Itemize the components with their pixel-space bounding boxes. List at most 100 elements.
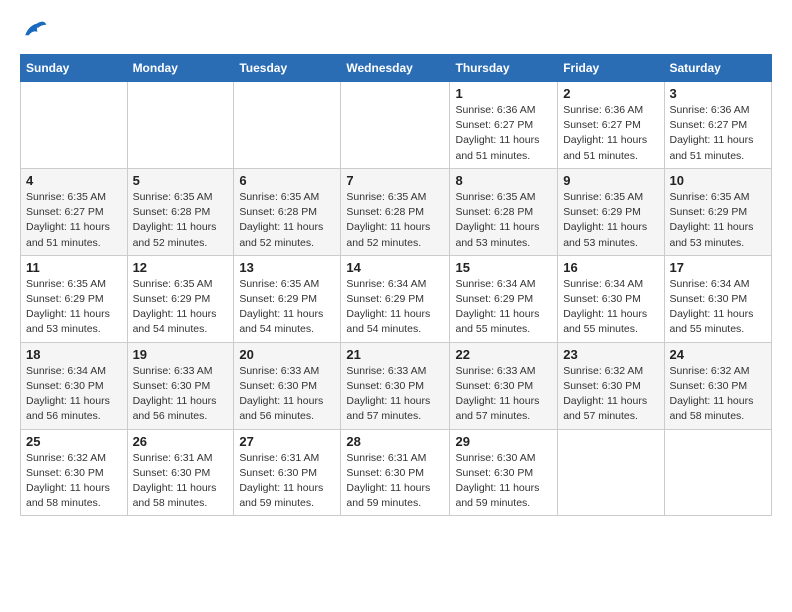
header-cell-wednesday: Wednesday [341,55,450,82]
header-cell-thursday: Thursday [450,55,558,82]
day-number: 8 [455,173,552,188]
day-cell: 26Sunrise: 6:31 AMSunset: 6:30 PMDayligh… [127,429,234,516]
day-cell: 3 Sunrise: 6:36 AMSunset: 6:27 PMDaylight… [664,82,772,169]
day-detail: Sunrise: 6:32 AMSunset: 6:30 PMDaylight:… [670,364,767,425]
day-cell: 21 Sunrise: 6:33 AMSunset: 6:30 PMDayligh… [341,342,450,429]
day-detail: Sunrise: 6:35 AMSunset: 6:29 PMDaylight:… [26,277,122,338]
day-cell [664,429,772,516]
week-row-0: 1 Sunrise: 6:36 AMSunset: 6:27 PMDaylight… [21,82,772,169]
day-number: 2 [563,86,658,101]
day-detail: Sunrise: 6:31 AMSunset: 6:30 PMDaylight:… [346,451,444,512]
day-detail: Sunrise: 6:32 AMSunset: 6:30 PMDaylight:… [26,451,122,512]
day-number: 22 [455,347,552,362]
day-cell: 9Sunrise: 6:35 AMSunset: 6:29 PMDaylight… [558,168,664,255]
day-detail: Sunrise: 6:36 AMSunset: 6:27 PMDaylight:… [455,103,552,164]
day-detail: Sunrise: 6:34 AMSunset: 6:30 PMDaylight:… [670,277,767,338]
day-number: 6 [239,173,335,188]
day-number: 11 [26,260,122,275]
logo-icon [20,16,48,44]
day-cell: 1 Sunrise: 6:36 AMSunset: 6:27 PMDaylight… [450,82,558,169]
day-detail: Sunrise: 6:34 AMSunset: 6:30 PMDaylight:… [26,364,122,425]
day-number: 23 [563,347,658,362]
day-detail: Sunrise: 6:33 AMSunset: 6:30 PMDaylight:… [239,364,335,425]
day-cell: 8Sunrise: 6:35 AMSunset: 6:28 PMDaylight… [450,168,558,255]
day-cell: 16 Sunrise: 6:34 AMSunset: 6:30 PMDayligh… [558,255,664,342]
day-cell: 12Sunrise: 6:35 AMSunset: 6:29 PMDayligh… [127,255,234,342]
day-cell: 6 Sunrise: 6:35 AMSunset: 6:28 PMDaylight… [234,168,341,255]
calendar-table: SundayMondayTuesdayWednesdayThursdayFrid… [20,54,772,516]
header-row: SundayMondayTuesdayWednesdayThursdayFrid… [21,55,772,82]
day-detail: Sunrise: 6:35 AMSunset: 6:29 PMDaylight:… [239,277,335,338]
day-cell: 18 Sunrise: 6:34 AMSunset: 6:30 PMDayligh… [21,342,128,429]
day-detail: Sunrise: 6:33 AMSunset: 6:30 PMDaylight:… [455,364,552,425]
day-cell [127,82,234,169]
day-number: 10 [670,173,767,188]
day-number: 29 [455,434,552,449]
day-detail: Sunrise: 6:31 AMSunset: 6:30 PMDaylight:… [239,451,335,512]
day-cell [234,82,341,169]
day-detail: Sunrise: 6:34 AMSunset: 6:29 PMDaylight:… [455,277,552,338]
day-cell: 24Sunrise: 6:32 AMSunset: 6:30 PMDayligh… [664,342,772,429]
day-cell: 27 Sunrise: 6:31 AMSunset: 6:30 PMDayligh… [234,429,341,516]
header-cell-friday: Friday [558,55,664,82]
header-cell-sunday: Sunday [21,55,128,82]
day-cell [341,82,450,169]
calendar-body: 1 Sunrise: 6:36 AMSunset: 6:27 PMDaylight… [21,82,772,516]
logo [20,16,52,44]
day-detail: Sunrise: 6:35 AMSunset: 6:29 PMDaylight:… [133,277,229,338]
day-cell: 11 Sunrise: 6:35 AMSunset: 6:29 PMDayligh… [21,255,128,342]
day-cell: 22 Sunrise: 6:33 AMSunset: 6:30 PMDayligh… [450,342,558,429]
day-detail: Sunrise: 6:34 AMSunset: 6:29 PMDaylight:… [346,277,444,338]
day-detail: Sunrise: 6:35 AMSunset: 6:28 PMDaylight:… [239,190,335,251]
header-cell-monday: Monday [127,55,234,82]
header [20,16,772,44]
day-detail: Sunrise: 6:35 AMSunset: 6:29 PMDaylight:… [563,190,658,251]
day-cell [558,429,664,516]
day-cell: 10 Sunrise: 6:35 AMSunset: 6:29 PMDayligh… [664,168,772,255]
day-cell: 20 Sunrise: 6:33 AMSunset: 6:30 PMDayligh… [234,342,341,429]
day-detail: Sunrise: 6:35 AMSunset: 6:29 PMDaylight:… [670,190,767,251]
day-cell [21,82,128,169]
day-cell: 4 Sunrise: 6:35 AMSunset: 6:27 PMDaylight… [21,168,128,255]
day-number: 25 [26,434,122,449]
day-detail: Sunrise: 6:34 AMSunset: 6:30 PMDaylight:… [563,277,658,338]
day-cell: 7Sunrise: 6:35 AMSunset: 6:28 PMDaylight… [341,168,450,255]
day-number: 14 [346,260,444,275]
day-detail: Sunrise: 6:33 AMSunset: 6:30 PMDaylight:… [133,364,229,425]
day-number: 3 [670,86,767,101]
day-detail: Sunrise: 6:32 AMSunset: 6:30 PMDaylight:… [563,364,658,425]
day-number: 17 [670,260,767,275]
day-number: 1 [455,86,552,101]
day-cell: 19Sunrise: 6:33 AMSunset: 6:30 PMDayligh… [127,342,234,429]
day-cell: 23 Sunrise: 6:32 AMSunset: 6:30 PMDayligh… [558,342,664,429]
day-number: 26 [133,434,229,449]
header-cell-saturday: Saturday [664,55,772,82]
day-detail: Sunrise: 6:30 AMSunset: 6:30 PMDaylight:… [455,451,552,512]
day-number: 13 [239,260,335,275]
day-number: 15 [455,260,552,275]
day-cell: 28 Sunrise: 6:31 AMSunset: 6:30 PMDayligh… [341,429,450,516]
day-number: 5 [133,173,229,188]
day-detail: Sunrise: 6:35 AMSunset: 6:28 PMDaylight:… [346,190,444,251]
day-number: 18 [26,347,122,362]
week-row-1: 4 Sunrise: 6:35 AMSunset: 6:27 PMDaylight… [21,168,772,255]
week-row-3: 18 Sunrise: 6:34 AMSunset: 6:30 PMDayligh… [21,342,772,429]
calendar-header: SundayMondayTuesdayWednesdayThursdayFrid… [21,55,772,82]
day-cell: 25 Sunrise: 6:32 AMSunset: 6:30 PMDayligh… [21,429,128,516]
day-number: 20 [239,347,335,362]
day-detail: Sunrise: 6:36 AMSunset: 6:27 PMDaylight:… [670,103,767,164]
day-cell: 14 Sunrise: 6:34 AMSunset: 6:29 PMDayligh… [341,255,450,342]
day-number: 16 [563,260,658,275]
day-cell: 17 Sunrise: 6:34 AMSunset: 6:30 PMDayligh… [664,255,772,342]
day-number: 21 [346,347,444,362]
header-cell-tuesday: Tuesday [234,55,341,82]
day-cell: 15 Sunrise: 6:34 AMSunset: 6:29 PMDayligh… [450,255,558,342]
day-detail: Sunrise: 6:35 AMSunset: 6:27 PMDaylight:… [26,190,122,251]
day-cell: 29 Sunrise: 6:30 AMSunset: 6:30 PMDayligh… [450,429,558,516]
day-cell: 2Sunrise: 6:36 AMSunset: 6:27 PMDaylight… [558,82,664,169]
day-number: 27 [239,434,335,449]
day-number: 28 [346,434,444,449]
day-detail: Sunrise: 6:33 AMSunset: 6:30 PMDaylight:… [346,364,444,425]
day-number: 4 [26,173,122,188]
day-detail: Sunrise: 6:35 AMSunset: 6:28 PMDaylight:… [133,190,229,251]
